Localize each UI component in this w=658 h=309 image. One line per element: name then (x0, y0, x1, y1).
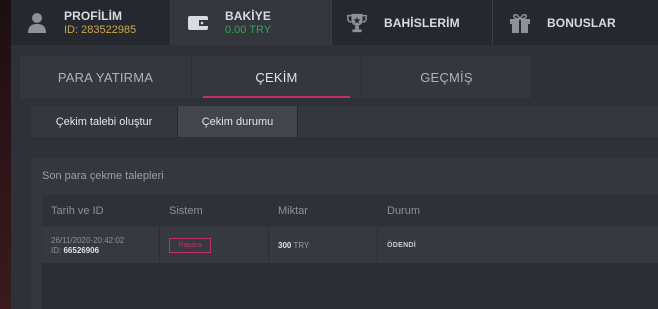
column-header-amount: Miktar (278, 205, 308, 217)
subtab-request-status[interactable]: Çekim durumu (178, 106, 298, 137)
column-header-system: Sistem (169, 205, 203, 217)
subtab-create-request[interactable]: Çekim talebi oluştur (31, 106, 178, 137)
request-date: 26/11/2020-20:42:02 (51, 235, 125, 245)
payment-system-badge: Papara (169, 237, 211, 253)
tab-withdraw[interactable]: ÇEKİM (192, 56, 362, 98)
table-row[interactable]: 26/11/2020-20:42:02 ID: 66526906 Papara … (42, 227, 658, 263)
nav-bonus-title: BONUSLAR (547, 15, 616, 30)
cell-date-id: 26/11/2020-20:42:02 ID: 66526906 (42, 227, 160, 263)
withdrawals-table: Tarih ve ID Sistem Miktar Durum 26/11/20… (42, 195, 658, 309)
user-id: ID: 283522985 (64, 24, 137, 36)
nav-profile-title: PROFİLİM (64, 9, 123, 23)
amount-value: 300 (278, 240, 292, 250)
user-icon (26, 12, 48, 34)
amount-currency: TRY (293, 240, 310, 250)
request-amount: 300 TRY (278, 241, 377, 250)
sub-tabs: Çekim talebi oluştur Çekim durumu (31, 106, 658, 137)
background-edge (0, 0, 11, 309)
wallet-icon (187, 12, 209, 34)
main-tabs: PARA YATIRMA ÇEKİM GEÇMİŞ (20, 56, 658, 98)
active-tab-indicator (203, 96, 350, 98)
section-title: Son para çekme talepleri (42, 170, 164, 182)
nav-profile[interactable]: PROFİLİM ID: 283522985 (11, 0, 171, 45)
request-id-value: 66526906 (63, 245, 100, 255)
cell-system: Papara (160, 227, 269, 263)
cell-amount: 300 TRY (269, 227, 378, 263)
nav-balance[interactable]: BAKİYE 0.00 TRY (171, 0, 332, 45)
recent-withdrawals-section: Son para çekme talepleri Tarih ve ID Sis… (31, 158, 658, 309)
trophy-icon (346, 12, 368, 34)
status-badge: ÖDENDİ (387, 241, 417, 249)
column-header-date-id: Tarih ve ID (51, 205, 104, 217)
balance-amount: 0.00 TRY (225, 24, 272, 36)
nav-bonus[interactable]: BONUSLAR (493, 0, 658, 45)
top-navigation: PROFİLİM ID: 283522985 BAKİYE 0.00 TRY B… (11, 0, 658, 45)
nav-balance-title: BAKİYE (225, 9, 271, 23)
gift-icon (509, 12, 531, 34)
nav-bets-title: BAHİSLERİM (384, 15, 460, 30)
cell-status: ÖDENDİ (378, 227, 658, 263)
tab-history[interactable]: GEÇMİŞ (362, 56, 532, 98)
withdraw-panel: PARA YATIRMA ÇEKİM GEÇMİŞ Çekim talebi o… (11, 45, 658, 309)
nav-bets[interactable]: BAHİSLERİM (332, 0, 493, 45)
table-header: Tarih ve ID Sistem Miktar Durum (42, 195, 658, 227)
request-id: ID: 66526906 (51, 246, 159, 255)
tab-spacer (532, 56, 658, 98)
tab-withdraw-label: ÇEKİM (255, 69, 298, 85)
request-id-label: ID: (51, 245, 62, 255)
column-header-status: Durum (387, 205, 421, 217)
tab-deposit[interactable]: PARA YATIRMA (20, 56, 192, 98)
